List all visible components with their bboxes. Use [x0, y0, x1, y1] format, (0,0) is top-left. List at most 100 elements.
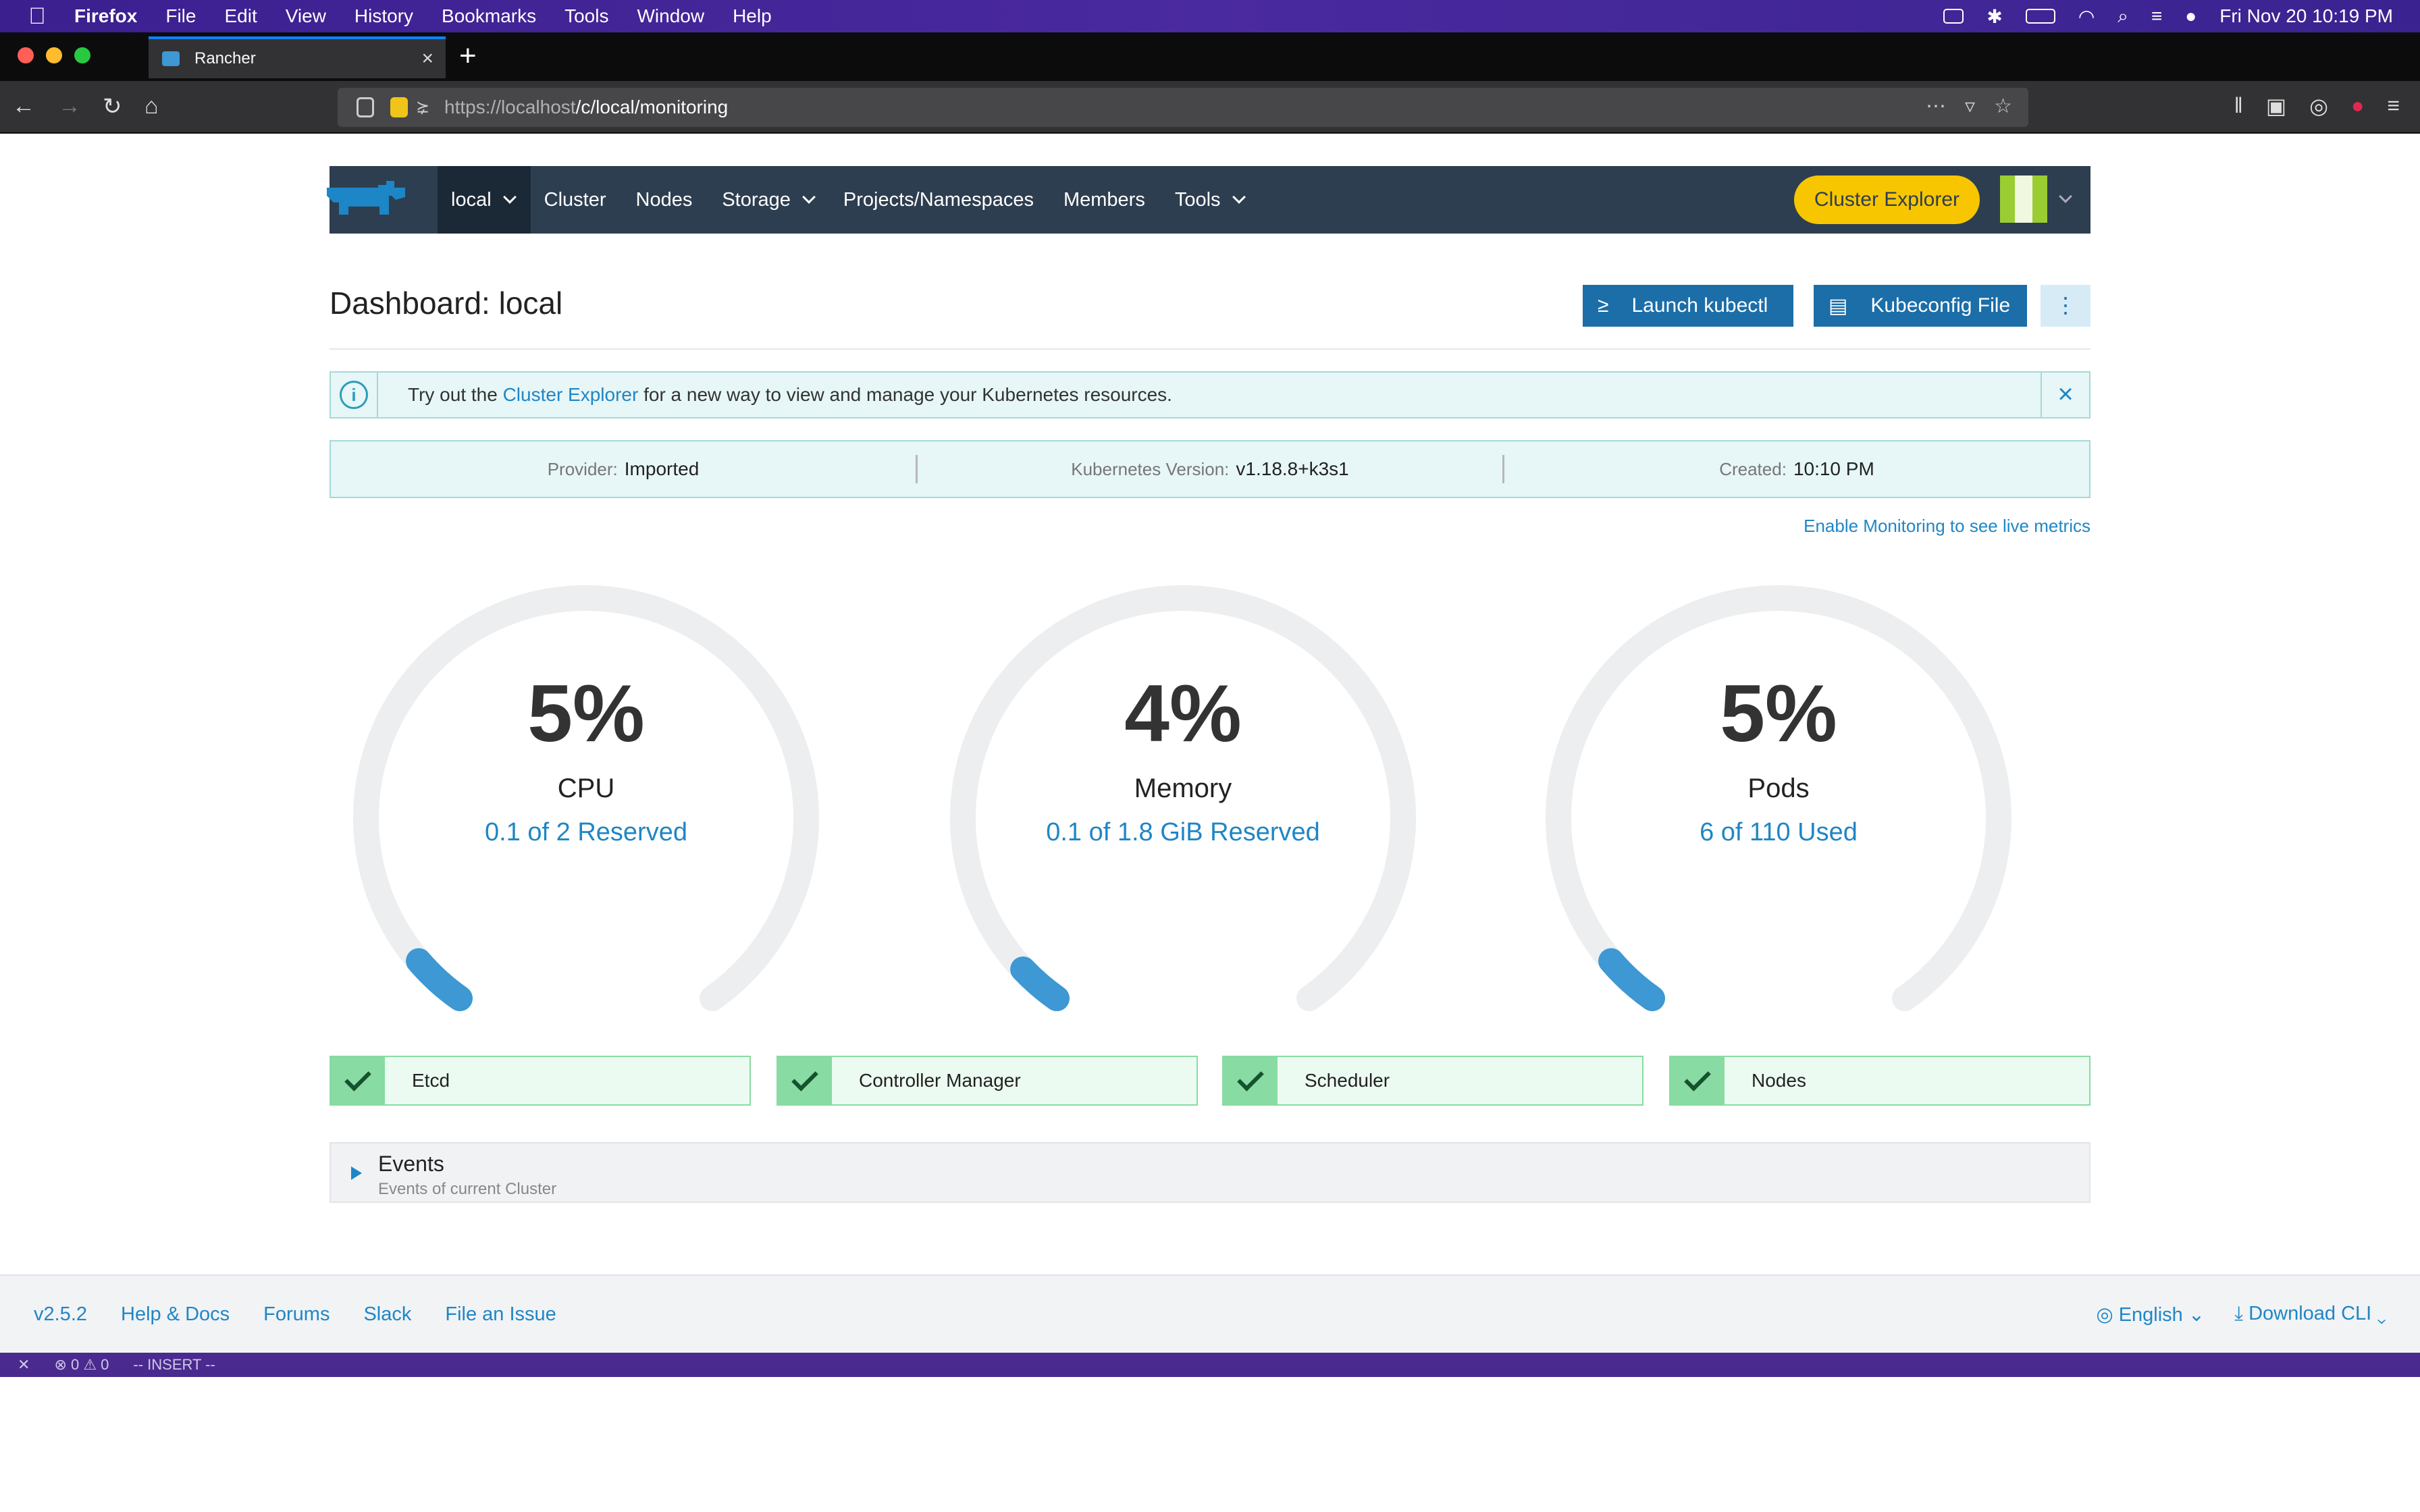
- reload-icon[interactable]: ↻: [103, 93, 122, 120]
- forward-icon[interactable]: →: [58, 93, 81, 119]
- provider-cell: Provider: Imported: [331, 441, 916, 497]
- browser-tab[interactable]: Rancher ×: [149, 36, 446, 78]
- vim-mode: -- INSERT --: [133, 1356, 215, 1373]
- kubeconfig-file-button[interactable]: ▤ Kubeconfig File: [1814, 285, 2027, 327]
- download-cli-label: Download CLI: [2248, 1302, 2372, 1324]
- rancher-logo-icon[interactable]: [321, 176, 409, 223]
- apple-icon[interactable]: : [0, 3, 74, 30]
- cpu-gauge-reserved: 0.1 of 2 Reserved: [485, 818, 687, 846]
- browser-tabbar: Rancher × +: [0, 32, 2420, 81]
- banner-cluster-explorer-link[interactable]: Cluster Explorer: [503, 384, 639, 406]
- window-controls: [18, 47, 90, 63]
- shield-icon[interactable]: [357, 97, 374, 117]
- back-icon[interactable]: ←: [12, 93, 35, 119]
- provider-value: Imported: [624, 458, 700, 479]
- page-title: Dashboard: local: [330, 286, 563, 321]
- account-icon[interactable]: ◎: [2309, 93, 2328, 119]
- enable-monitoring-link[interactable]: Enable Monitoring to see live metrics: [1804, 516, 2090, 537]
- menu-edit[interactable]: Edit: [224, 5, 257, 27]
- rancher-favicon-icon: [162, 51, 180, 66]
- sidebar-icon[interactable]: ▣: [2266, 93, 2286, 119]
- vim-problem-counts: ⊗ 0 ⚠ 0: [54, 1356, 109, 1373]
- page-footer: v2.5.2 Help & Docs Forums Slack File an …: [0, 1274, 2420, 1353]
- rancher-page: local Cluster Nodes Storage Projects/Nam…: [0, 134, 2420, 1408]
- version-link[interactable]: v2.5.2: [34, 1303, 87, 1326]
- menubar-clock[interactable]: Fri Nov 20 10:19 PM: [2219, 5, 2393, 27]
- extension-icon[interactable]: ●: [2351, 93, 2364, 119]
- zoom-window-icon[interactable]: [74, 47, 90, 63]
- gauge-fill: [1598, 948, 1666, 1012]
- close-window-icon[interactable]: [18, 47, 34, 63]
- download-icon: ⤓: [2234, 1302, 2249, 1324]
- download-cli-button[interactable]: ⤓ Download CLI ⌄: [2234, 1303, 2386, 1326]
- info-icon: i: [340, 381, 368, 409]
- component-label: Nodes: [1752, 1070, 1806, 1091]
- library-icon[interactable]: ‖: [2234, 93, 2243, 119]
- cluster-switcher[interactable]: local: [438, 166, 531, 234]
- menu-history[interactable]: History: [354, 5, 413, 27]
- cpu-gauge-value: 5%: [527, 668, 645, 759]
- minimize-window-icon[interactable]: [46, 47, 62, 63]
- menu-tools[interactable]: Tools: [564, 5, 608, 27]
- pocket-icon[interactable]: ▿: [1965, 94, 1975, 118]
- expand-caret-icon[interactable]: [351, 1166, 362, 1180]
- created-cell: Created: 10:10 PM: [1504, 441, 2089, 497]
- gauge-fill: [1010, 956, 1070, 1012]
- cpu-gauge: 5% CPU 0.1 of 2 Reserved: [330, 551, 843, 1050]
- chevron-down-icon[interactable]: [2059, 190, 2072, 203]
- wifi-icon[interactable]: ◠: [2078, 5, 2095, 28]
- chevron-down-icon: [1232, 190, 1246, 204]
- cluster-explorer-button[interactable]: Cluster Explorer: [1793, 176, 1980, 224]
- hamburger-menu-icon[interactable]: ≡: [2387, 93, 2400, 119]
- launch-kubectl-button[interactable]: ≥ Launch kubectl: [1583, 285, 1793, 327]
- k8s-version-value: v1.18.8+k3s1: [1236, 458, 1349, 479]
- pods-gauge: 5% Pods 6 of 110 Used: [1522, 551, 2035, 1050]
- events-panel[interactable]: Events Events of current Cluster: [330, 1142, 2090, 1203]
- bookmark-star-icon[interactable]: ☆: [1994, 94, 2012, 118]
- new-tab-icon[interactable]: +: [459, 39, 477, 73]
- control-center-icon[interactable]: ≡: [2151, 5, 2162, 27]
- nav-tools[interactable]: Tools: [1175, 189, 1246, 211]
- menu-app[interactable]: Firefox: [74, 5, 137, 27]
- battery-icon[interactable]: [2025, 9, 2055, 24]
- chevron-down-icon: [502, 190, 517, 204]
- search-icon[interactable]: ⌕: [2118, 5, 2128, 28]
- vim-close-icon[interactable]: ✕: [18, 1356, 30, 1374]
- menu-window[interactable]: Window: [637, 5, 704, 27]
- menu-file[interactable]: File: [165, 5, 196, 27]
- nav-members[interactable]: Members: [1063, 189, 1145, 211]
- menu-help[interactable]: Help: [733, 5, 772, 27]
- menu-view[interactable]: View: [286, 5, 326, 27]
- nav-nodes[interactable]: Nodes: [636, 189, 693, 211]
- close-tab-icon[interactable]: ×: [421, 47, 433, 70]
- component-status-controller-manager: Controller Manager: [777, 1056, 1198, 1106]
- menu-bookmarks[interactable]: Bookmarks: [442, 5, 536, 27]
- file-issue-link[interactable]: File an Issue: [445, 1303, 556, 1326]
- slack-link[interactable]: Slack: [363, 1303, 411, 1326]
- file-icon: ▤: [1829, 294, 1848, 317]
- url-host: localhost: [501, 97, 576, 117]
- vim-status-bar: ✕ ⊗ 0 ⚠ 0 -- INSERT --: [0, 1353, 2420, 1377]
- help-docs-link[interactable]: Help & Docs: [121, 1303, 230, 1326]
- more-actions-button[interactable]: ⋮: [2041, 285, 2090, 327]
- close-icon[interactable]: ×: [2041, 373, 2089, 417]
- page-actions-icon[interactable]: ⋯: [1926, 94, 1946, 118]
- key-icon[interactable]: ⪲: [416, 97, 429, 117]
- forums-link[interactable]: Forums: [263, 1303, 330, 1326]
- avatar[interactable]: [2000, 176, 2047, 223]
- nav-storage[interactable]: Storage: [722, 188, 816, 211]
- language-selector[interactable]: ◎ English ⌄: [2096, 1303, 2205, 1326]
- home-icon[interactable]: ⌂: [144, 93, 159, 119]
- nav-cluster[interactable]: Cluster: [544, 189, 606, 211]
- k8s-version-cell: Kubernetes Version: v1.18.8+k3s1: [918, 441, 1502, 497]
- calendar-icon[interactable]: [1943, 9, 1964, 24]
- component-status-scheduler: Scheduler: [1222, 1056, 1643, 1106]
- url-bar[interactable]: ⪲ https:// localhost /c/local/monitoring…: [338, 88, 2028, 127]
- insecure-lock-icon[interactable]: [390, 97, 408, 117]
- bluetooth-icon[interactable]: ✱: [1987, 5, 2002, 28]
- nav-projects-namespaces[interactable]: Projects/Namespaces: [843, 189, 1034, 211]
- siri-icon[interactable]: ●: [2185, 5, 2197, 27]
- nav-storage-label: Storage: [722, 188, 791, 211]
- terminal-icon: ≥: [1598, 294, 1609, 317]
- chevron-down-icon: [802, 190, 816, 204]
